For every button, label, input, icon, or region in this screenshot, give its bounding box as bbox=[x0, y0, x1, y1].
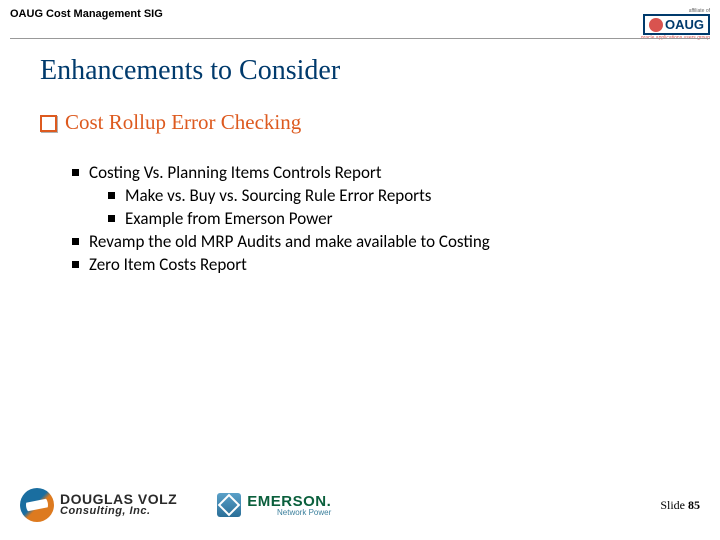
douglas-volz-logo: DOUGLAS VOLZ Consulting, Inc. bbox=[20, 488, 177, 522]
slide-header: OAUG Cost Management SIG affiliate of OA… bbox=[10, 8, 710, 41]
section-heading-text: Cost Rollup Error Checking bbox=[65, 110, 301, 135]
bullet-text: Revamp the old MRP Audits and make avail… bbox=[89, 231, 490, 254]
slide-label: Slide bbox=[660, 498, 688, 512]
gear-icon bbox=[649, 18, 663, 32]
square-bullet-icon bbox=[108, 192, 115, 199]
list-item: Make vs. Buy vs. Sourcing Rule Error Rep… bbox=[108, 185, 680, 208]
slide-footer: DOUGLAS VOLZ Consulting, Inc. EMERSON. N… bbox=[20, 488, 700, 522]
square-bullet-icon bbox=[108, 215, 115, 222]
bullet-text: Costing Vs. Planning Items Controls Repo… bbox=[89, 162, 382, 185]
emerson-text: EMERSON. Network Power bbox=[247, 494, 331, 517]
square-bullet-icon bbox=[72, 238, 79, 245]
bullet-text: Example from Emerson Power bbox=[125, 208, 333, 231]
list-item: Zero Item Costs Report bbox=[72, 254, 680, 277]
dv-line1: DOUGLAS VOLZ bbox=[60, 493, 177, 506]
swirl-icon bbox=[20, 488, 54, 522]
oaug-logo: OAUG bbox=[643, 14, 710, 35]
section-heading: Cost Rollup Error Checking bbox=[40, 110, 680, 135]
emerson-line2: Network Power bbox=[247, 509, 331, 517]
header-title: OAUG Cost Management SIG bbox=[10, 8, 163, 20]
list-item: Costing Vs. Planning Items Controls Repo… bbox=[72, 162, 680, 185]
dv-logo-text: DOUGLAS VOLZ Consulting, Inc. bbox=[60, 493, 177, 517]
slide-number-value: 85 bbox=[688, 498, 700, 512]
emerson-logo: EMERSON. Network Power bbox=[217, 493, 331, 517]
slide-title: Enhancements to Consider bbox=[40, 55, 340, 87]
dv-line2: Consulting, Inc. bbox=[60, 506, 177, 516]
list-item: Revamp the old MRP Audits and make avail… bbox=[72, 231, 680, 254]
bullet-text: Make vs. Buy vs. Sourcing Rule Error Rep… bbox=[125, 185, 431, 208]
square-bullet-icon bbox=[72, 169, 79, 176]
oaug-logo-text: OAUG bbox=[665, 17, 704, 32]
list-item: Example from Emerson Power bbox=[108, 208, 680, 231]
box-bullet-icon bbox=[40, 115, 57, 132]
bullet-list: Costing Vs. Planning Items Controls Repo… bbox=[72, 162, 680, 277]
oaug-logo-box: OAUG bbox=[643, 14, 710, 35]
emerson-icon bbox=[217, 493, 241, 517]
bullet-text: Zero Item Costs Report bbox=[89, 254, 247, 277]
slide-number: Slide 85 bbox=[660, 498, 700, 513]
square-bullet-icon bbox=[72, 261, 79, 268]
oaug-logo-block: affiliate of OAUG oracle applications us… bbox=[641, 8, 710, 41]
emerson-line1: EMERSON. bbox=[247, 494, 331, 509]
header-divider bbox=[10, 38, 710, 39]
